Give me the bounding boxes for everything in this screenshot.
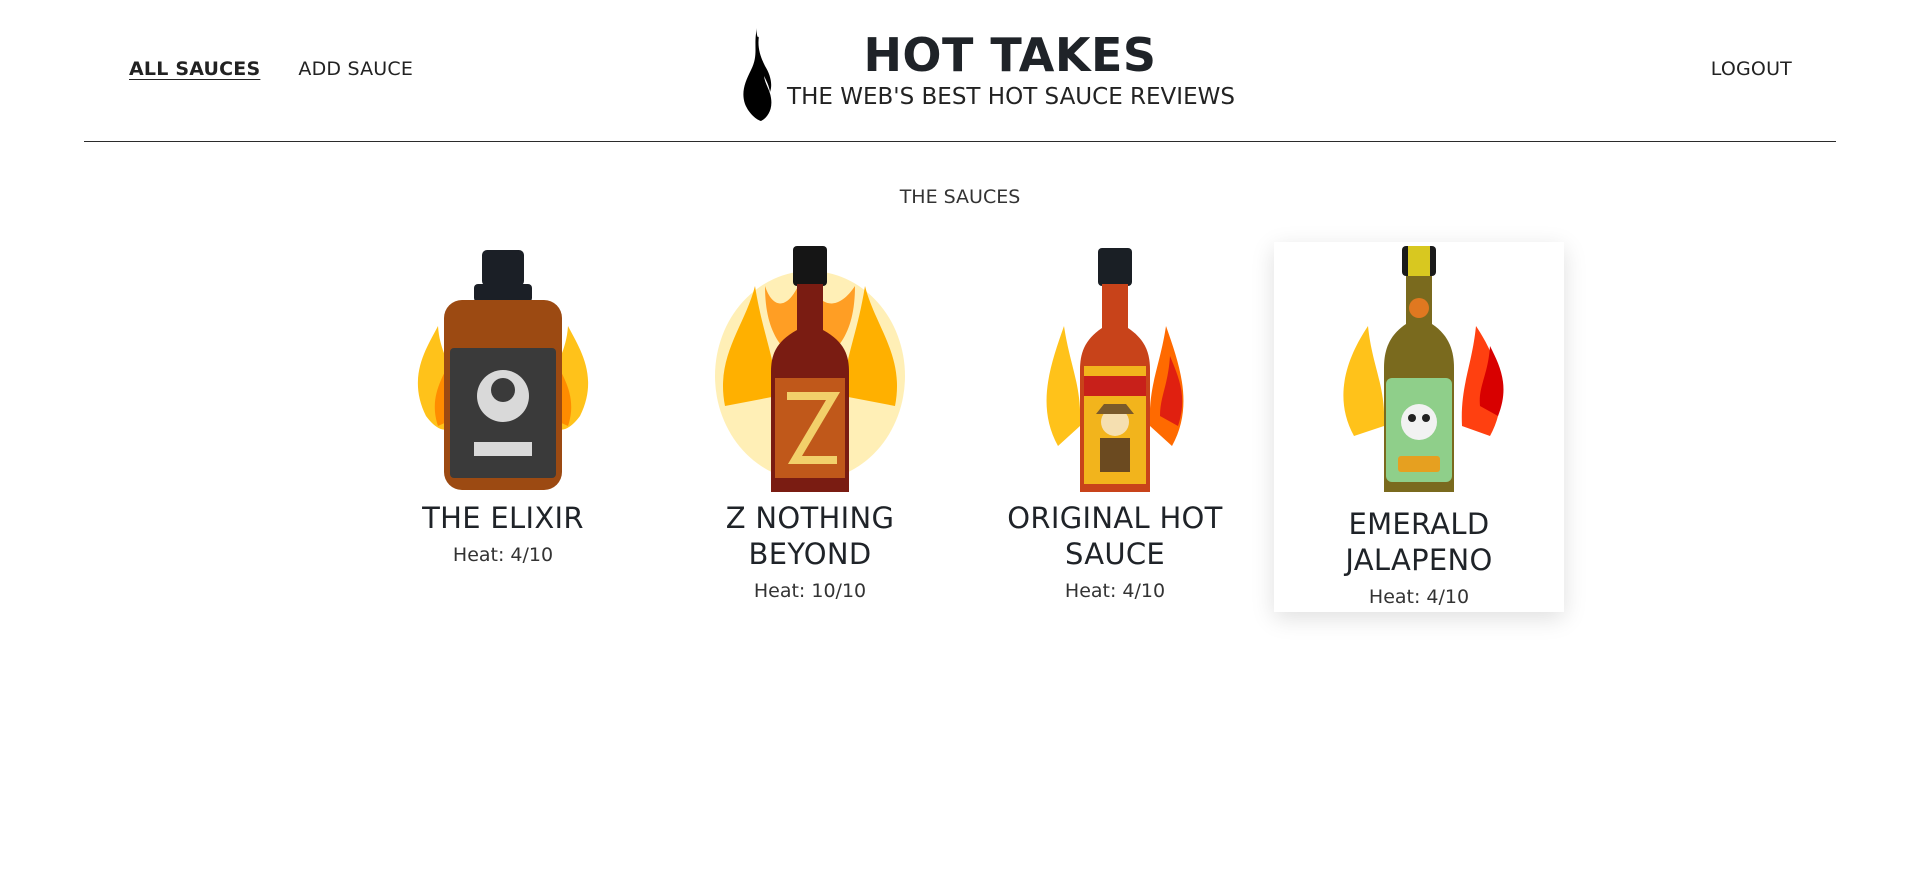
sauce-name: Z NOTHING BEYOND (725, 501, 895, 571)
sauce-heat: Heat: 4/10 (1064, 580, 1166, 602)
sauce-card[interactable]: THE ELIXIR Heat: 4/10 (358, 242, 648, 612)
flame-icon (743, 28, 772, 121)
sauce-heat: Heat: 10/10 (753, 580, 867, 602)
brand: HOT TAKES THE WEB'S BEST HOT SAUCE REVIE… (734, 24, 1294, 124)
sauce-image (1343, 246, 1504, 492)
site-subtitle: THE WEB'S BEST HOT SAUCE REVIEWS (787, 84, 1235, 110)
sauce-card[interactable]: EMERALD JALAPENO Heat: 4/10 (1274, 242, 1564, 612)
sauce-heat: Heat: 4/10 (452, 544, 554, 566)
main-nav: ALL SAUCES ADD SAUCE (129, 58, 413, 80)
site-title: HOT TAKES (863, 28, 1157, 82)
sauce-image (417, 250, 589, 490)
site-header: ALL SAUCES ADD SAUCE HOT TAKES THE WEB'S… (84, 0, 1836, 142)
nav-add-sauce[interactable]: ADD SAUCE (298, 58, 413, 80)
sauce-name: ORIGINAL HOT SAUCE (1007, 501, 1223, 571)
sauce-heat: Heat: 4/10 (1368, 586, 1470, 608)
logout-link[interactable]: LOGOUT (1711, 58, 1792, 80)
sauce-card[interactable]: Z NOTHING BEYOND Heat: 10/10 (665, 242, 955, 612)
nav-all-sauces[interactable]: ALL SAUCES (129, 58, 260, 80)
sauce-card[interactable]: ORIGINAL HOT SAUCE Heat: 4/10 (970, 242, 1260, 612)
sauce-name: EMERALD JALAPENO (1345, 507, 1493, 577)
sauce-image (715, 246, 905, 492)
section-title: THE SAUCES (899, 186, 1021, 208)
sauce-image (1046, 248, 1184, 492)
sauce-name: THE ELIXIR (422, 501, 584, 535)
